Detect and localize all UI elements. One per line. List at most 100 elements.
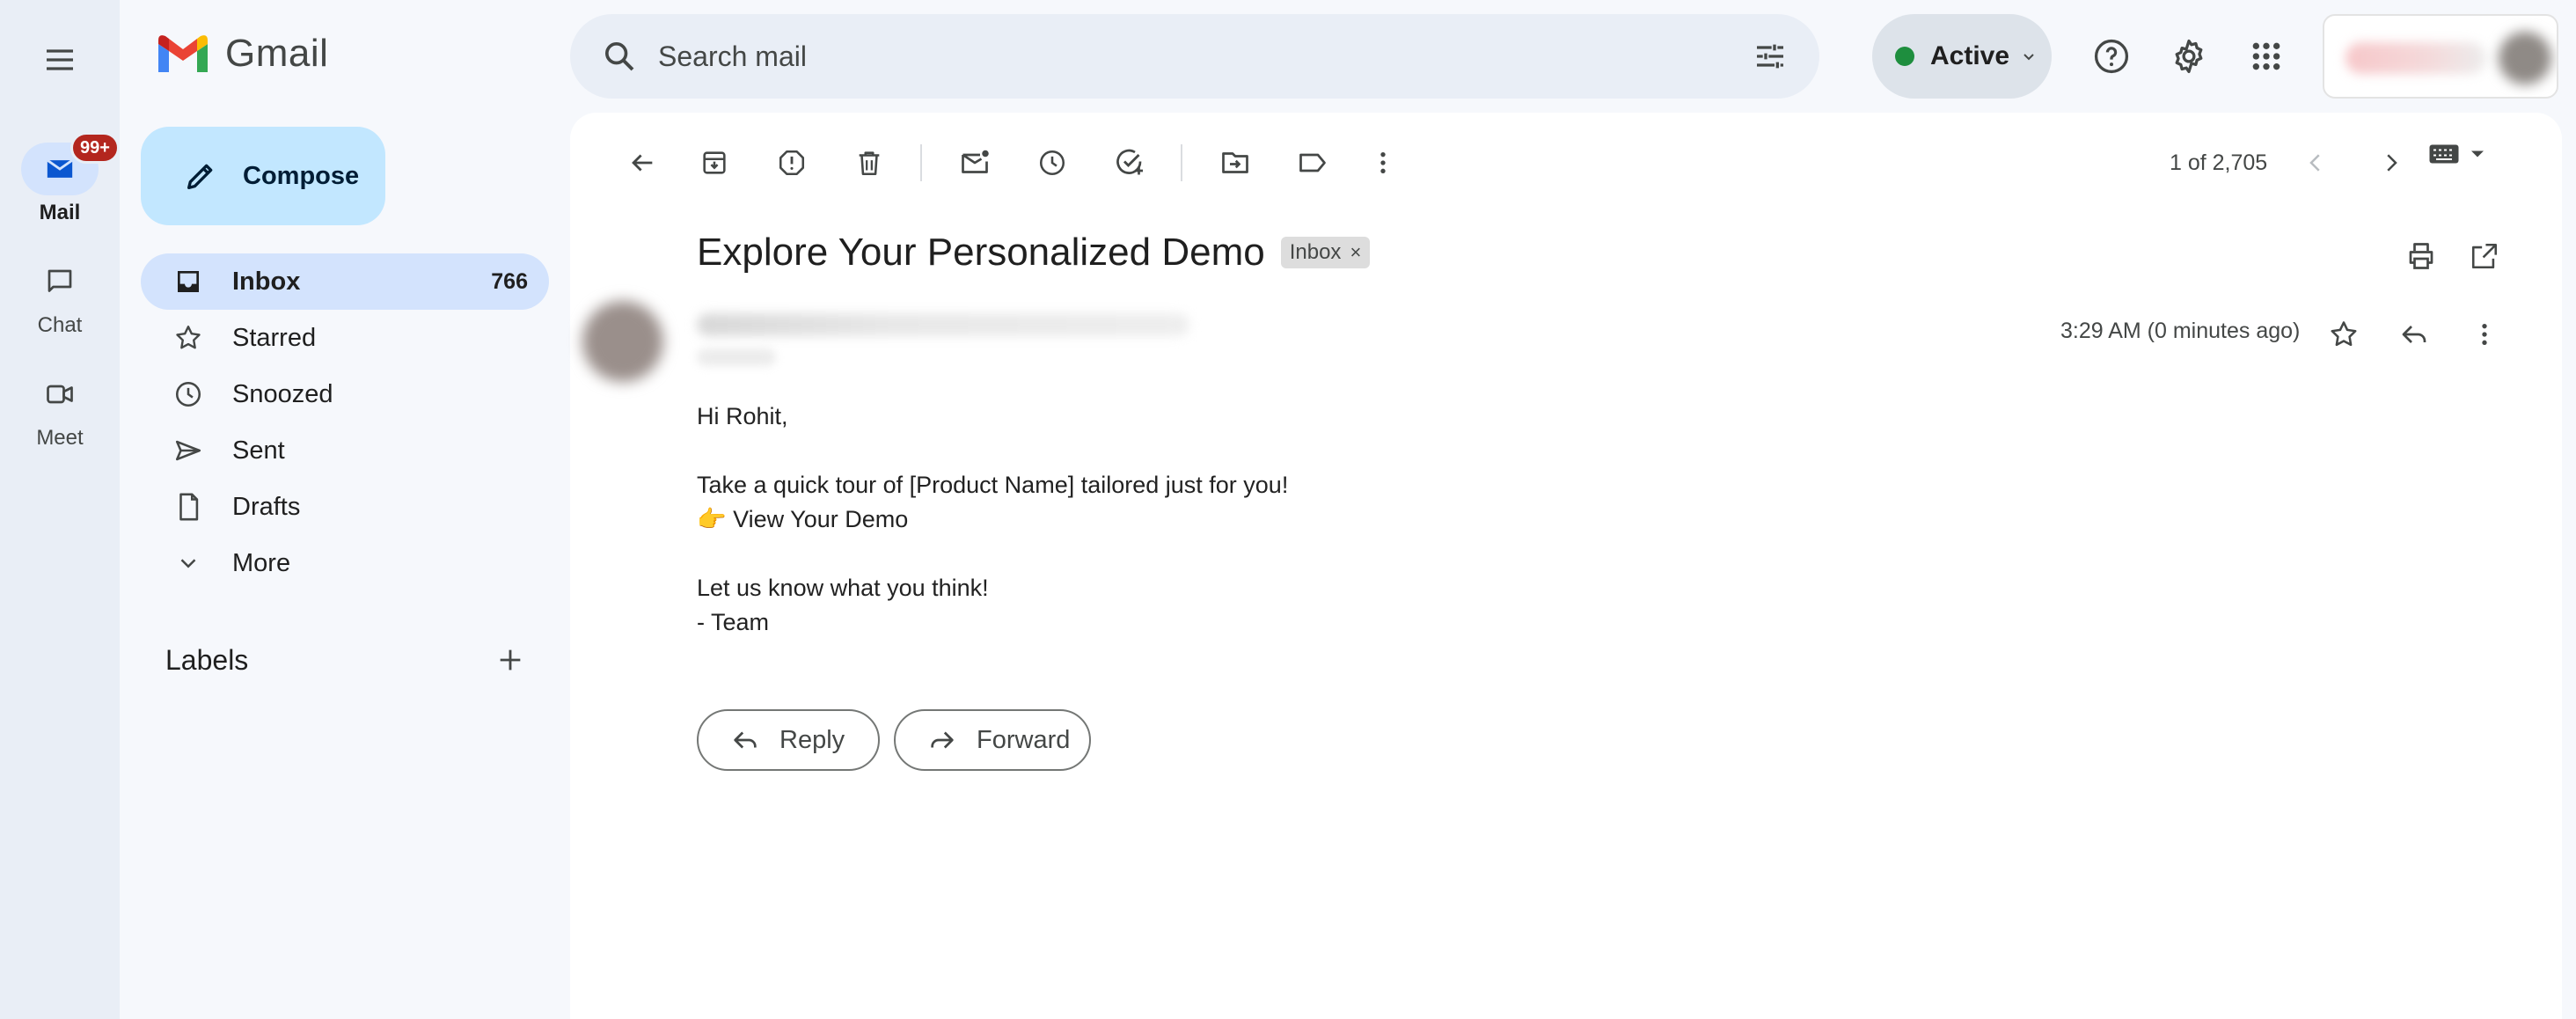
search-bar[interactable] bbox=[570, 14, 1819, 99]
rail-mail-pill[interactable]: 99+ bbox=[21, 132, 120, 195]
main-menu-icon[interactable] bbox=[32, 32, 88, 88]
rail-label-mail: Mail bbox=[39, 201, 81, 224]
chevron-down-icon bbox=[171, 546, 206, 581]
input-tools-keyboard[interactable] bbox=[2428, 142, 2490, 166]
back-arrow-icon[interactable] bbox=[616, 136, 669, 189]
more-vert-icon[interactable] bbox=[2458, 308, 2511, 361]
move-to-folder-icon[interactable] bbox=[1209, 136, 1262, 189]
status-label: Active bbox=[1930, 41, 2010, 70]
body-line: Take a quick tour of [Product Name] tail… bbox=[697, 472, 1289, 498]
delete-trash-icon[interactable] bbox=[843, 136, 896, 189]
nav-item-snoozed[interactable]: Snoozed bbox=[141, 366, 549, 422]
nav-label: Drafts bbox=[232, 492, 301, 521]
snooze-clock-icon[interactable] bbox=[1026, 136, 1079, 189]
sender-avatar[interactable] bbox=[582, 301, 663, 382]
nav-item-sent[interactable]: Sent bbox=[141, 422, 549, 479]
search-icon[interactable] bbox=[591, 28, 648, 84]
nav-item-inbox[interactable]: Inbox 766 bbox=[141, 253, 549, 310]
body-signature: - Team bbox=[697, 609, 770, 635]
pagination-count: 1 of 2,705 bbox=[2170, 150, 2268, 175]
star-icon bbox=[171, 320, 206, 356]
reply-button[interactable]: Reply bbox=[697, 709, 880, 771]
add-to-tasks-icon[interactable] bbox=[1103, 136, 1156, 189]
unread-count: 766 bbox=[491, 268, 528, 294]
search-options-icon[interactable] bbox=[1742, 28, 1798, 84]
newer-chevron-left-icon[interactable] bbox=[2289, 136, 2342, 189]
mail-icon bbox=[47, 158, 73, 178]
labels-section: Labels bbox=[165, 634, 535, 686]
mark-unread-icon[interactable] bbox=[948, 136, 1001, 189]
reply-arrow-icon bbox=[734, 731, 757, 749]
archive-icon[interactable] bbox=[688, 136, 741, 189]
subject-line: Explore Your Personalized Demo Inbox × bbox=[697, 231, 1371, 275]
gmail-logo[interactable]: Gmail bbox=[155, 32, 328, 76]
apps-grid-icon[interactable] bbox=[2238, 28, 2294, 84]
rail-item-mail[interactable]: 99+ Mail bbox=[0, 132, 120, 225]
caret-down-icon bbox=[2471, 150, 2484, 158]
inbox-icon bbox=[171, 264, 206, 299]
send-icon bbox=[171, 433, 206, 468]
message-timestamp: 3:29 AM (0 minutes ago) bbox=[2060, 319, 2301, 343]
search-input[interactable] bbox=[658, 40, 1742, 73]
email-subject: Explore Your Personalized Demo bbox=[697, 231, 1265, 274]
rail-label-chat: Chat bbox=[37, 313, 83, 337]
account-switcher[interactable] bbox=[2323, 14, 2558, 99]
toolbar-divider bbox=[1181, 144, 1182, 181]
add-label-icon[interactable] bbox=[486, 635, 535, 685]
nav-item-drafts[interactable]: Drafts bbox=[141, 479, 549, 535]
pencil-icon bbox=[187, 164, 213, 189]
recipient-redacted bbox=[697, 348, 776, 366]
report-spam-icon[interactable] bbox=[765, 136, 818, 189]
draft-file-icon bbox=[171, 489, 206, 524]
nav-item-more[interactable]: More bbox=[141, 535, 549, 591]
labels-title: Labels bbox=[165, 643, 249, 676]
body-greeting: Hi Rohit, bbox=[697, 403, 788, 429]
app-rail: 99+ Mail Chat Meet bbox=[0, 0, 120, 1019]
nav-label: Snoozed bbox=[232, 379, 333, 408]
rail-label-meet: Meet bbox=[36, 426, 84, 450]
rail-meet-pill[interactable] bbox=[21, 368, 99, 421]
nav-label: More bbox=[232, 548, 291, 577]
label-chip-inbox[interactable]: Inbox × bbox=[1280, 237, 1371, 268]
account-name-redacted bbox=[2345, 42, 2486, 74]
rail-item-meet[interactable]: Meet bbox=[0, 368, 120, 451]
status-selector[interactable]: Active bbox=[1872, 14, 2052, 99]
nav-item-starred[interactable]: Starred bbox=[141, 310, 549, 366]
mail-unread-badge: 99+ bbox=[70, 132, 120, 164]
forward-button[interactable]: Forward bbox=[894, 709, 1091, 771]
more-vert-icon[interactable] bbox=[1357, 136, 1409, 189]
keyboard-icon bbox=[2429, 144, 2459, 164]
email-body: Hi Rohit, Take a quick tour of [Product … bbox=[697, 400, 1288, 640]
nav-label: Inbox bbox=[232, 267, 301, 296]
chevron-down-icon bbox=[2023, 54, 2034, 61]
star-icon[interactable] bbox=[2317, 308, 2370, 361]
reply-label: Reply bbox=[779, 725, 845, 754]
open-in-new-window-icon[interactable] bbox=[2458, 230, 2511, 282]
older-chevron-right-icon[interactable] bbox=[2365, 136, 2418, 189]
sender-name-redacted bbox=[697, 313, 1189, 336]
account-avatar bbox=[2499, 32, 2551, 84]
message-view: 1 of 2,705 Explore Your Personalized Dem… bbox=[570, 113, 2562, 1019]
body-line: Let us know what you think! bbox=[697, 575, 989, 601]
nav-label: Starred bbox=[232, 323, 317, 352]
view-demo-link[interactable]: 👉 View Your Demo bbox=[697, 502, 1288, 537]
status-dot bbox=[1895, 47, 1914, 66]
remove-label-icon[interactable]: × bbox=[1350, 241, 1361, 264]
rail-item-chat[interactable]: Chat bbox=[0, 255, 120, 338]
nav-label: Sent bbox=[232, 436, 285, 465]
reply-arrow-icon[interactable] bbox=[2388, 308, 2441, 361]
gmail-m-icon bbox=[158, 35, 208, 72]
compose-label: Compose bbox=[243, 161, 360, 190]
settings-gear-icon[interactable] bbox=[2161, 28, 2217, 84]
label-tag-icon[interactable] bbox=[1286, 136, 1339, 189]
mailbox-nav: Inbox 766 Starred Snoozed Sent Drafts Mo… bbox=[141, 253, 549, 591]
help-icon[interactable] bbox=[2083, 28, 2140, 84]
chat-icon bbox=[48, 269, 72, 292]
clock-icon bbox=[171, 377, 206, 412]
rail-chat-pill[interactable] bbox=[21, 255, 99, 308]
toolbar-divider bbox=[920, 144, 922, 181]
print-icon[interactable] bbox=[2395, 230, 2448, 282]
compose-button[interactable]: Compose bbox=[141, 127, 385, 225]
forward-label: Forward bbox=[977, 725, 1071, 754]
chip-label: Inbox bbox=[1289, 240, 1342, 264]
